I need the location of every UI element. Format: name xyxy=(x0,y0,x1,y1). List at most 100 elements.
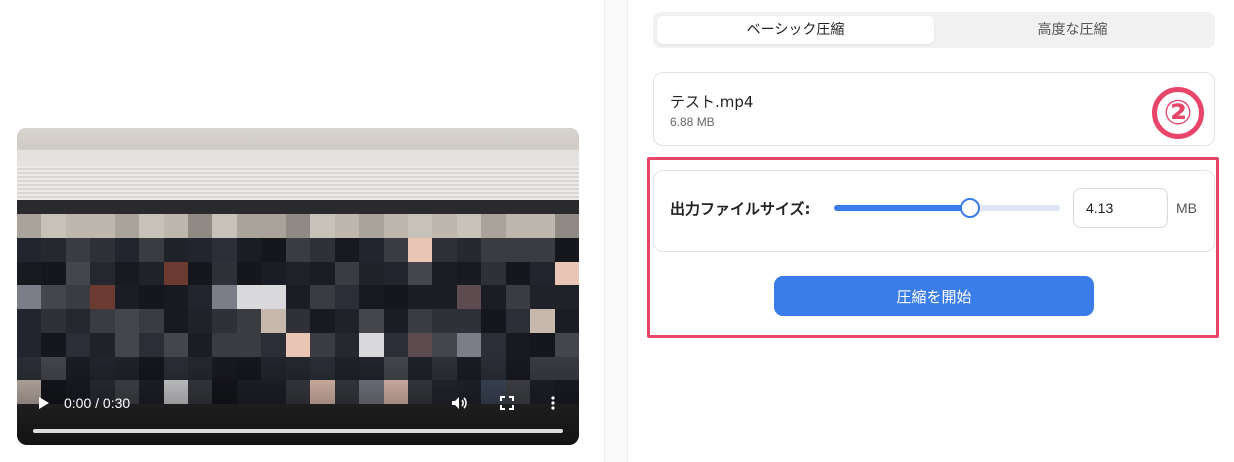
video-mosaic-cell xyxy=(530,214,555,238)
video-mosaic-cell xyxy=(432,261,457,286)
video-mosaic-cell xyxy=(334,309,360,333)
video-mosaic-cell xyxy=(359,261,384,286)
video-mosaic-cell xyxy=(505,261,531,286)
video-mosaic-cell xyxy=(139,285,164,309)
video-mosaic-cell xyxy=(139,237,164,262)
video-mosaic-cell xyxy=(65,237,91,262)
tab-advanced-compression[interactable]: 高度な圧縮 xyxy=(934,16,1211,44)
video-mosaic-cell xyxy=(310,285,335,309)
video-mosaic-cell xyxy=(261,214,286,238)
video-mosaic-cell xyxy=(310,309,335,333)
video-mosaic-cell xyxy=(456,332,482,357)
video-mosaic-cell xyxy=(456,285,482,309)
video-mosaic-cell xyxy=(285,237,311,262)
video-mosaic-cell xyxy=(383,285,408,309)
video-mosaic-cell xyxy=(41,285,66,309)
file-size: 6.88 MB xyxy=(670,115,715,129)
video-mosaic-cell xyxy=(310,261,335,286)
start-compression-button[interactable]: 圧縮を開始 xyxy=(774,276,1094,316)
video-mosaic-cell xyxy=(236,237,262,262)
video-mosaic-cell xyxy=(505,237,531,262)
video-mosaic-cell xyxy=(285,309,311,333)
video-mosaic-cell xyxy=(212,309,237,333)
video-mosaic-cell xyxy=(90,261,115,286)
volume-icon[interactable] xyxy=(449,393,469,413)
video-mosaic-cell xyxy=(90,237,115,262)
video-controls: 0:00 / 0:30 xyxy=(17,385,579,445)
video-mosaic-cell xyxy=(359,237,384,262)
more-vertical-icon[interactable] xyxy=(547,393,559,413)
video-mosaic-cell xyxy=(407,237,433,262)
video-mosaic-cell xyxy=(432,332,457,357)
video-mosaic-cell xyxy=(65,261,91,286)
video-mosaic-cell xyxy=(65,285,91,309)
video-mosaic-cell xyxy=(505,214,531,238)
video-mosaic-cell xyxy=(505,285,531,309)
video-mosaic-cell xyxy=(456,214,482,238)
video-mosaic-cell xyxy=(139,309,164,333)
video-mosaic-cell xyxy=(383,332,408,357)
video-mosaic-cell xyxy=(285,261,311,286)
play-icon[interactable] xyxy=(37,395,51,411)
video-mosaic-cell xyxy=(481,309,506,333)
video-mosaic-cell xyxy=(505,332,531,357)
video-mosaic-cell xyxy=(383,261,408,286)
video-mosaic-cell xyxy=(285,285,311,309)
video-mosaic-cell xyxy=(41,237,66,262)
video-mosaic-cell xyxy=(505,309,531,333)
video-mosaic-cell xyxy=(17,285,42,309)
video-player[interactable]: 0:00 / 0:30 xyxy=(17,128,579,445)
video-mosaic-cell xyxy=(65,332,91,357)
video-mosaic-cell xyxy=(261,332,286,357)
video-mosaic-cell xyxy=(212,237,237,262)
video-time: 0:00 / 0:30 xyxy=(64,395,131,411)
video-mosaic-cell xyxy=(17,214,42,238)
video-mosaic-cell xyxy=(383,237,408,262)
video-mosaic-cell xyxy=(407,261,433,286)
video-mosaic-cell xyxy=(41,309,66,333)
tab-basic-compression[interactable]: ベーシック圧縮 xyxy=(657,16,934,44)
video-mosaic-cell xyxy=(188,214,213,238)
video-mosaic-cell xyxy=(334,237,360,262)
video-mosaic-cell xyxy=(285,332,311,357)
video-mosaic-cell xyxy=(359,214,384,238)
video-mosaic-cell xyxy=(334,214,360,238)
video-mosaic-cell xyxy=(554,261,579,286)
video-mosaic-cell xyxy=(481,214,506,238)
video-mosaic-cell xyxy=(530,261,555,286)
video-mosaic-cell xyxy=(163,332,189,357)
video-mosaic-cell xyxy=(114,214,140,238)
video-mosaic-cell xyxy=(163,237,189,262)
video-mosaic-cell xyxy=(65,214,91,238)
video-mosaic-cell xyxy=(139,332,164,357)
video-progress-bar[interactable] xyxy=(33,429,563,433)
video-mosaic-cell xyxy=(530,332,555,357)
video-mosaic-cell xyxy=(163,309,189,333)
video-mosaic-cell xyxy=(90,332,115,357)
video-mosaic-cell xyxy=(359,309,384,333)
video-mosaic-cell xyxy=(407,309,433,333)
video-mosaic-cell xyxy=(17,237,42,262)
video-mosaic-cell xyxy=(383,309,408,333)
video-mosaic-cell xyxy=(334,261,360,286)
video-mosaic-cell xyxy=(530,237,555,262)
video-mosaic-cell xyxy=(90,214,115,238)
video-mosaic-cell xyxy=(163,261,189,286)
video-mosaic-cell xyxy=(530,285,555,309)
video-mosaic-cell xyxy=(359,332,384,357)
video-mosaic-cell xyxy=(236,285,262,309)
video-mosaic-cell xyxy=(432,309,457,333)
video-mosaic-cell xyxy=(481,285,506,309)
video-mosaic-cell xyxy=(407,214,433,238)
video-mosaic-cell xyxy=(554,309,579,333)
video-mosaic-cell xyxy=(188,237,213,262)
video-mosaic-cell xyxy=(456,261,482,286)
video-mosaic-cell xyxy=(383,214,408,238)
fullscreen-icon[interactable] xyxy=(497,393,517,413)
video-mosaic-cell xyxy=(65,309,91,333)
video-mosaic-cell xyxy=(481,332,506,357)
file-info-card: テスト.mp4 6.88 MB ② xyxy=(653,72,1215,146)
video-mosaic-cell xyxy=(261,285,286,309)
video-mosaic-cell xyxy=(456,237,482,262)
video-mosaic-cell xyxy=(554,214,579,238)
